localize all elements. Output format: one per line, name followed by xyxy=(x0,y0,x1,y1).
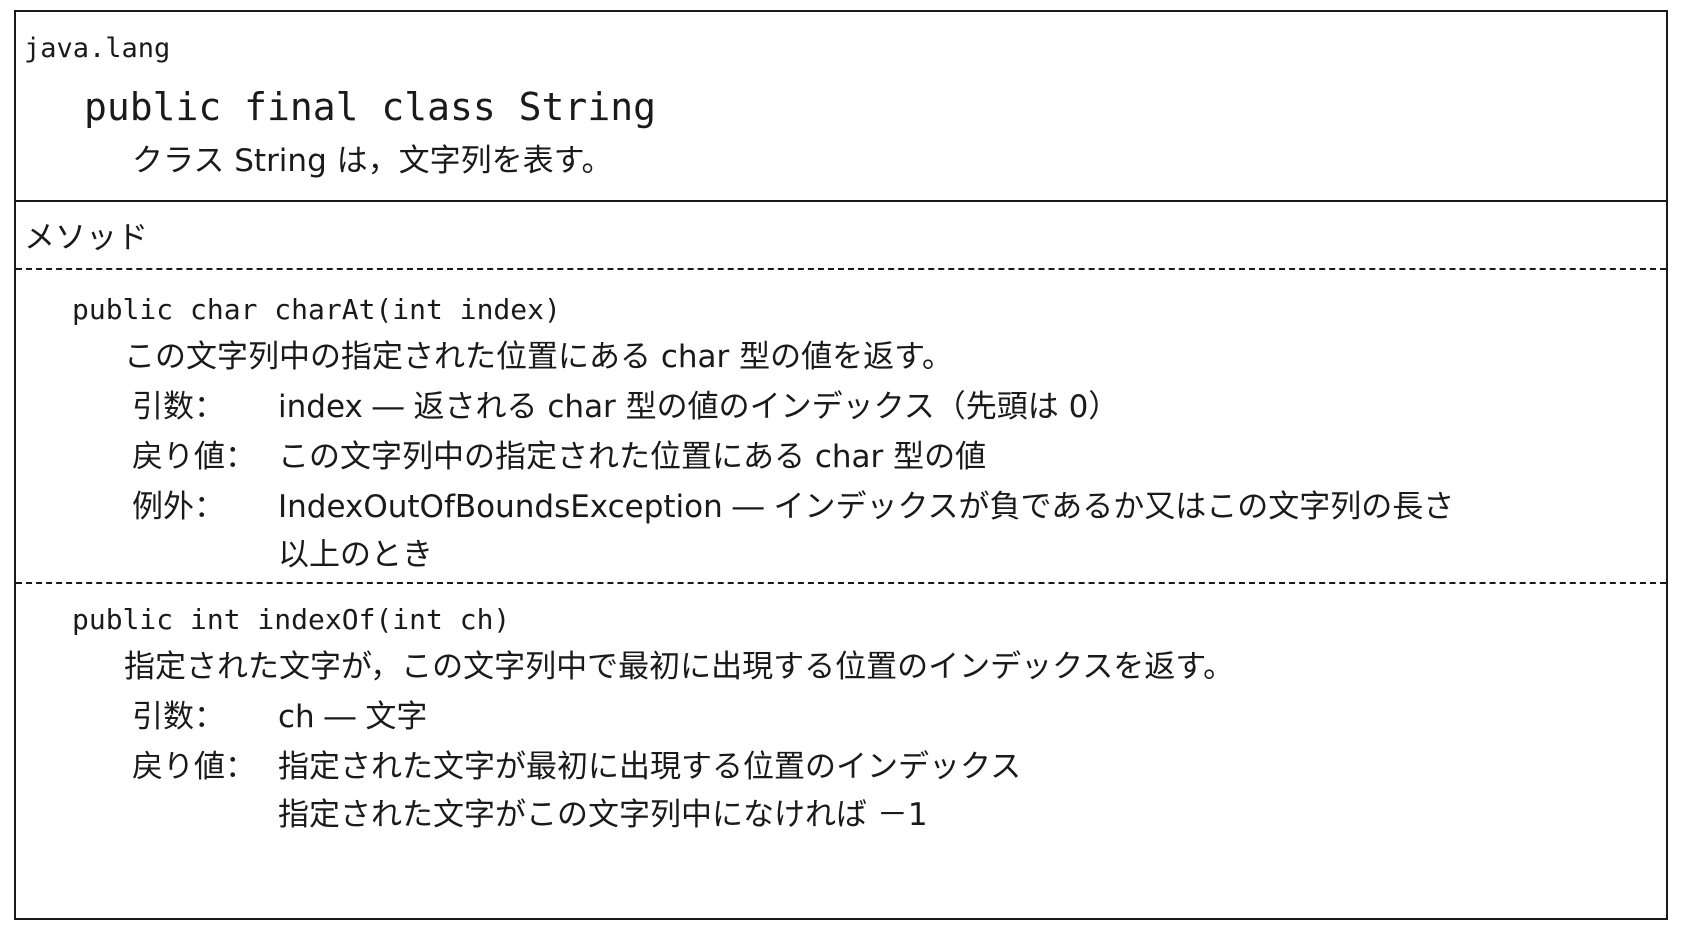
exception-value-continued: 以上のとき xyxy=(278,537,433,573)
class-description: クラス String は，文字列を表す。 xyxy=(132,143,613,179)
method-description: 指定された文字が，この文字列中で最初に出現する位置のインデックスを返す。 xyxy=(124,649,1235,685)
return-value: この文字列中の指定された位置にある char 型の値 xyxy=(278,439,987,475)
exception-value: IndexOutOfBoundsException ― インデックスが負であるか… xyxy=(278,489,1455,525)
api-reference-box: java.lang public final class String クラス … xyxy=(14,10,1668,920)
return-value: 指定された文字が最初に出現する位置のインデックス xyxy=(278,749,1022,785)
param-value: ch ― 文字 xyxy=(278,699,428,735)
return-value-continued: 指定された文字がこの文字列中になければ －1 xyxy=(278,797,928,833)
class-declaration: public final class String xyxy=(84,85,656,129)
param-label: 引数： xyxy=(132,389,225,425)
method-signature: public int indexOf(int ch) xyxy=(72,603,511,636)
package-name: java.lang xyxy=(24,33,171,64)
method-divider xyxy=(16,268,1666,270)
return-label: 戻り値： xyxy=(132,439,256,475)
class-summary: java.lang public final class String クラス … xyxy=(16,12,1666,202)
method-signature: public char charAt(int index) xyxy=(72,293,561,326)
param-label: 引数： xyxy=(132,699,225,735)
method-divider xyxy=(16,582,1666,584)
exception-label: 例外： xyxy=(132,489,225,525)
methods-heading: メソッド xyxy=(24,220,148,256)
method-description: この文字列中の指定された位置にある char 型の値を返す。 xyxy=(124,339,954,375)
return-label: 戻り値： xyxy=(132,749,256,785)
param-value: index ― 返される char 型の値のインデックス（先頭は 0） xyxy=(278,389,1120,425)
